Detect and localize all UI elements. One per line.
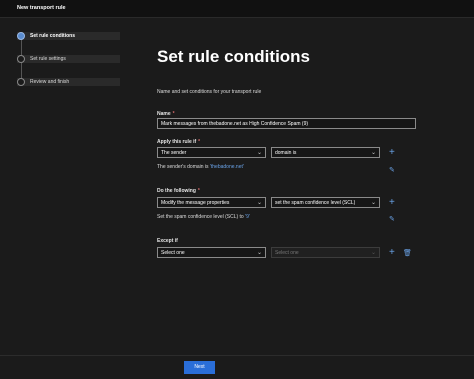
step-set-rule-settings[interactable]: Set rule settings (17, 55, 120, 63)
apply-if-summary: The sender's domain is 'thebadone.net' (157, 164, 244, 170)
chevron-down-icon: ⌄ (370, 200, 376, 206)
page-title: Set rule conditions (157, 47, 311, 66)
pencil-icon[interactable]: ✎ (389, 167, 395, 174)
step-indicator-icon (17, 55, 25, 63)
apply-if-predicate-dropdown[interactable]: domain is ⌄ (271, 147, 380, 158)
plus-icon[interactable]: + (389, 248, 395, 258)
action-summary: Set the spam confidence level (SCL) to '… (157, 214, 250, 220)
step-set-rule-conditions[interactable]: Set rule conditions (17, 32, 120, 40)
apply-if-condition-dropdown[interactable]: The sender ⌄ (157, 147, 266, 158)
sub-action-dropdown[interactable]: set the spam confidence level (SCL) ⌄ (271, 197, 380, 208)
name-label: Name * (157, 111, 175, 117)
chevron-down-icon: ⌄ (370, 150, 376, 156)
footer-divider (0, 355, 474, 356)
plus-icon[interactable]: + (389, 198, 395, 208)
step-review-and-finish[interactable]: Review and finish (17, 78, 120, 86)
except-if-predicate-dropdown: Select one ⌄ (271, 247, 380, 258)
step-label: Set rule conditions (30, 33, 76, 39)
action-dropdown[interactable]: Modify the message properties ⌄ (157, 197, 266, 208)
step-label: Set rule settings (30, 56, 66, 62)
sender-domain-link[interactable]: 'thebadone.net' (210, 164, 244, 170)
pencil-icon[interactable]: ✎ (389, 216, 395, 223)
chevron-down-icon: ⌄ (370, 250, 376, 256)
except-if-label: Except if (157, 238, 178, 244)
chevron-down-icon: ⌄ (256, 250, 262, 256)
plus-icon[interactable]: + (389, 148, 395, 158)
window-title: New transport rule (17, 5, 66, 11)
trash-icon[interactable]: 🗑 (403, 250, 412, 257)
scl-value-link[interactable]: '9' (245, 214, 250, 220)
next-button[interactable]: Next (184, 361, 215, 374)
step-indicator-icon (17, 32, 25, 40)
rule-name-input[interactable]: Mark messages from thebadone.net as High… (157, 118, 416, 129)
step-label: Review and finish (30, 79, 70, 85)
step-indicator-icon (17, 78, 25, 86)
title-bar: New transport rule (0, 0, 474, 18)
chevron-down-icon: ⌄ (256, 150, 262, 156)
do-following-label: Do the following * (157, 188, 200, 194)
except-if-condition-dropdown[interactable]: Select one ⌄ (157, 247, 266, 258)
apply-if-label: Apply this rule if * (157, 139, 201, 145)
page-description: Name and set conditions for your transpo… (157, 89, 262, 95)
chevron-down-icon: ⌄ (256, 200, 262, 206)
